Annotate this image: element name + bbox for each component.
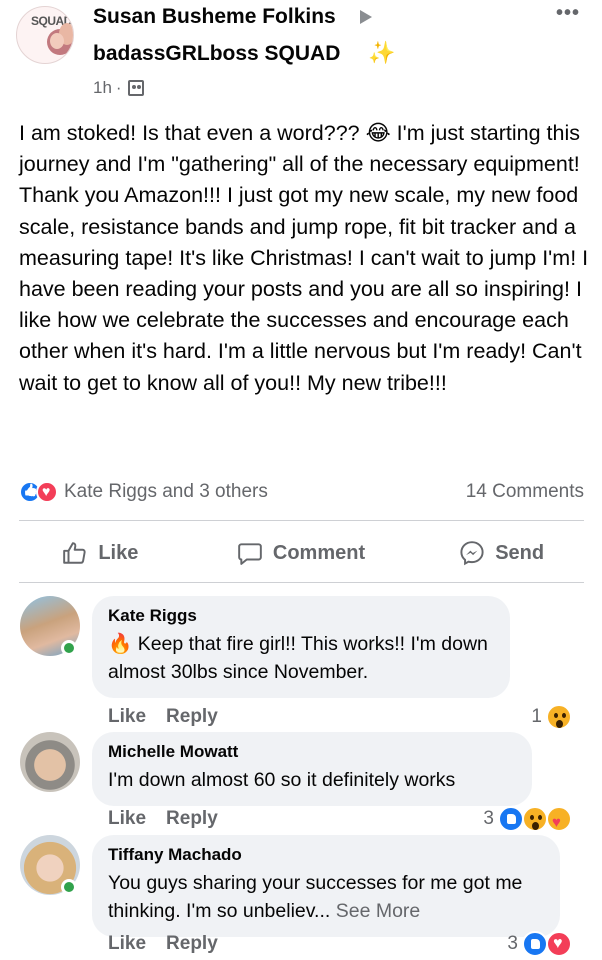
comment-like-button[interactable]: Like — [108, 808, 146, 830]
arrow-right-icon — [360, 10, 372, 24]
comment-bubble[interactable]: Michelle Mowatt I'm down almost 60 so it… — [92, 732, 532, 806]
comment-author[interactable]: Michelle Mowatt — [108, 742, 516, 762]
online-status-indicator — [61, 640, 77, 656]
reaction-summary: Kate Riggs and 3 others 14 Comments — [19, 478, 584, 506]
more-dots-icon[interactable]: ••• — [556, 2, 580, 25]
like-reaction-icon — [522, 931, 548, 957]
post-header: SQUAD Susan Busheme Folkins badassGRLbos… — [0, 0, 602, 110]
messenger-icon — [460, 541, 484, 566]
comment-bubble[interactable]: Kate Riggs 🔥 Keep that fire girl!! This … — [92, 596, 510, 698]
comment-author[interactable]: Kate Riggs — [108, 606, 494, 626]
group-avatar[interactable]: SQUAD — [16, 6, 74, 64]
action-bar: Like Comment Send — [0, 528, 602, 578]
send-button[interactable]: Send — [401, 528, 602, 578]
comment-bubble[interactable]: Tiffany Machado You guys sharing your su… — [92, 835, 560, 937]
reaction-count: 1 — [531, 706, 542, 727]
comment-text: You guys sharing your successes for me g… — [108, 872, 523, 922]
like-button[interactable]: Like — [0, 528, 201, 578]
comments-count[interactable]: 14 Comments — [466, 481, 584, 503]
love-reaction-icon — [546, 931, 572, 957]
group-name[interactable]: badassGRLboss SQUAD — [93, 42, 340, 66]
comment-reactions[interactable]: 1 — [531, 704, 572, 730]
reactions-text[interactable]: Kate Riggs and 3 others — [64, 481, 268, 503]
comment-text: I'm down almost 60 so it definitely work… — [108, 769, 456, 791]
divider — [19, 582, 584, 583]
comment-label: Comment — [272, 541, 366, 564]
comment-button[interactable]: Comment — [201, 528, 402, 578]
comment-like-button[interactable]: Like — [108, 706, 146, 728]
fire-emoji-icon: 🔥 — [108, 633, 133, 655]
reaction-count: 3 — [483, 808, 494, 829]
wow-reaction-icon — [546, 704, 572, 730]
post-time[interactable]: 1h — [93, 78, 112, 98]
reaction-count: 3 — [507, 933, 518, 954]
send-label: Send — [495, 541, 545, 564]
comment-reactions[interactable]: 3 — [507, 931, 572, 957]
like-reaction-icon — [498, 806, 524, 832]
like-icon — [63, 542, 86, 564]
comment-reply-button[interactable]: Reply — [166, 808, 218, 830]
online-status-indicator — [61, 879, 77, 895]
divider — [19, 520, 584, 521]
reactions-link[interactable]: Kate Riggs and 3 others — [19, 481, 268, 503]
post-body: I am stoked! Is that even a word??? 😂 I'… — [19, 121, 589, 395]
wow-reaction-icon — [522, 806, 548, 832]
comment-reactions[interactable]: 3 — [483, 806, 572, 832]
sparkles-icon: ✨ — [368, 40, 396, 65]
comment-reply-button[interactable]: Reply — [166, 933, 218, 955]
love-reaction-icon — [36, 481, 58, 503]
comment-like-button[interactable]: Like — [108, 933, 146, 955]
see-more-link[interactable]: See More — [336, 900, 421, 922]
post-meta: 1h · — [93, 78, 144, 98]
meta-separator: · — [115, 78, 122, 97]
like-label: Like — [98, 541, 139, 564]
avatar[interactable] — [20, 732, 80, 792]
comment-reply-button[interactable]: Reply — [166, 706, 218, 728]
comment-icon — [238, 543, 262, 565]
comment-author[interactable]: Tiffany Machado — [108, 845, 544, 865]
comment-text: Keep that fire girl!! This works!! I'm d… — [108, 633, 488, 683]
poster-name[interactable]: Susan Busheme Folkins — [93, 5, 336, 29]
group-members-icon — [127, 80, 144, 96]
care-reaction-icon — [546, 806, 572, 832]
